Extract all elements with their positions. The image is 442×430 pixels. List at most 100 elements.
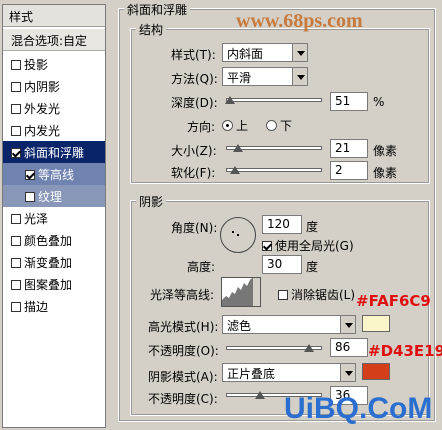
soften-slider-handle[interactable] [230,166,240,174]
highlight-opacity-handle[interactable] [304,344,314,352]
soften-input[interactable]: 2 [330,161,368,180]
angle-label: 角度(N): [171,221,218,235]
angle-dial[interactable] [220,217,256,253]
item-label: 内阴影 [24,80,61,94]
item-label: 内发光 [24,124,61,138]
angle-unit: 度 [306,220,319,234]
checkbox[interactable] [11,214,21,224]
size-label: 大小(Z): [171,144,217,158]
item-label: 外发光 [24,102,61,116]
item-label: 描边 [24,300,49,314]
item-label: 等高线 [38,168,75,182]
highlight-color-swatch[interactable] [362,315,390,332]
direction-label: 方向: [187,120,216,134]
checkbox[interactable] [11,148,21,158]
radio-button[interactable] [266,120,277,131]
checkbox[interactable] [25,192,35,202]
item-label: 投影 [24,58,49,72]
blend-options-label: 混合选项:自定 [11,34,88,48]
chevron-down-icon [292,44,307,61]
item-label: 渐变叠加 [24,256,73,270]
size-input[interactable]: 21 [330,139,368,158]
size-unit: 像素 [373,144,398,158]
altitude-input[interactable]: 30 [262,255,302,274]
depth-slider-handle[interactable] [225,96,235,104]
styles-header: 样式 [3,5,105,27]
opacity2-label: 不透明度(C): [148,392,218,406]
soften-slider[interactable] [226,168,322,172]
checkbox[interactable] [262,241,272,251]
item-label: 斜面和浮雕 [24,146,85,160]
style-label: 样式(T): [171,48,216,62]
depth-unit: % [373,95,385,109]
contour-icon [222,278,252,306]
checkbox[interactable] [11,236,21,246]
checkbox[interactable] [11,258,21,268]
style-item-inner-shadow[interactable]: 内阴影 [3,75,105,97]
checkbox[interactable] [11,60,21,70]
highlight-mode-value: 滤色 [227,319,252,333]
checkbox[interactable] [11,82,21,92]
technique-select[interactable]: 平滑 [222,67,308,86]
checkbox[interactable] [11,280,21,290]
checkbox-label: 消除锯齿(L) [291,288,356,302]
gloss-contour-label: 光泽等高线: [150,288,215,302]
chevron-down-icon [340,316,355,333]
angle-input[interactable]: 120 [262,215,302,234]
direction-down-radio[interactable]: 下 [266,117,292,134]
technique-value: 平滑 [227,71,252,85]
style-select[interactable]: 内斜面 [222,43,308,62]
checkbox[interactable] [11,104,21,114]
highlight-opacity-input[interactable]: 86 [330,338,368,357]
shading-title: 阴影 [136,193,167,210]
dial-center [232,231,234,233]
style-item-satin[interactable]: 光泽 [3,207,105,229]
direction-up-radio[interactable]: 上 [222,117,248,134]
style-item-gradient-overlay[interactable]: 渐变叠加 [3,251,105,273]
watermark-top: www.68ps.com [236,10,363,32]
style-item-bevel-emboss[interactable]: 斜面和浮雕 [3,141,105,163]
depth-input[interactable]: 51 [330,92,368,111]
blend-options-item[interactable]: 混合选项:自定 [3,29,105,51]
depth-slider[interactable] [226,98,322,102]
style-item-contour[interactable]: 等高线 [3,163,105,185]
styles-list: 样式 混合选项:自定 投影 内阴影 外发光 内发光 斜面和浮雕 等高线 纹理 光… [2,4,106,428]
highlight-mode-select[interactable]: 滤色 [222,315,356,334]
style-item-texture[interactable]: 纹理 [3,185,105,207]
item-label: 图案叠加 [24,278,73,292]
shadow-mode-label: 阴影模式(A): [148,370,218,384]
checkbox[interactable] [11,126,21,136]
opacity1-label: 不透明度(O): [148,344,219,358]
radio-label: 上 [236,119,249,133]
radio-button[interactable] [222,120,233,131]
technique-label: 方法(Q): [171,72,218,86]
highlight-mode-label: 高光模式(H): [148,320,219,334]
bevel-title: 斜面和浮雕 [124,1,191,18]
shadow-color-swatch[interactable] [362,363,390,380]
structure-title: 结构 [136,21,167,38]
size-slider-handle[interactable] [233,144,243,152]
style-item-outer-glow[interactable]: 外发光 [3,97,105,119]
altitude-unit: 度 [306,260,319,274]
watermark-bottom: UiBQ.CoM [284,392,433,425]
style-item-drop-shadow[interactable]: 投影 [3,53,105,75]
depth-label: 深度(D): [171,96,218,110]
checkbox[interactable] [25,170,35,180]
style-item-stroke[interactable]: 描边 [3,295,105,317]
altitude-label: 高度: [187,260,216,274]
style-item-pattern-overlay[interactable]: 图案叠加 [3,273,105,295]
shadow-mode-value: 正片叠底 [227,367,276,381]
global-light-checkbox[interactable]: 使用全局光(G) [262,237,354,254]
gloss-contour-picker[interactable] [221,277,261,307]
chevron-down-icon[interactable] [252,278,260,306]
chevron-down-icon [292,68,307,85]
shadow-opacity-handle[interactable] [255,391,265,399]
checkbox[interactable] [11,302,21,312]
shadow-mode-select[interactable]: 正片叠底 [222,363,356,382]
antialias-checkbox[interactable]: 消除锯齿(L) [278,286,355,303]
item-label: 颜色叠加 [24,234,73,248]
item-label: 光泽 [24,212,49,226]
checkbox[interactable] [278,290,288,300]
style-item-color-overlay[interactable]: 颜色叠加 [3,229,105,251]
style-item-inner-glow[interactable]: 内发光 [3,119,105,141]
